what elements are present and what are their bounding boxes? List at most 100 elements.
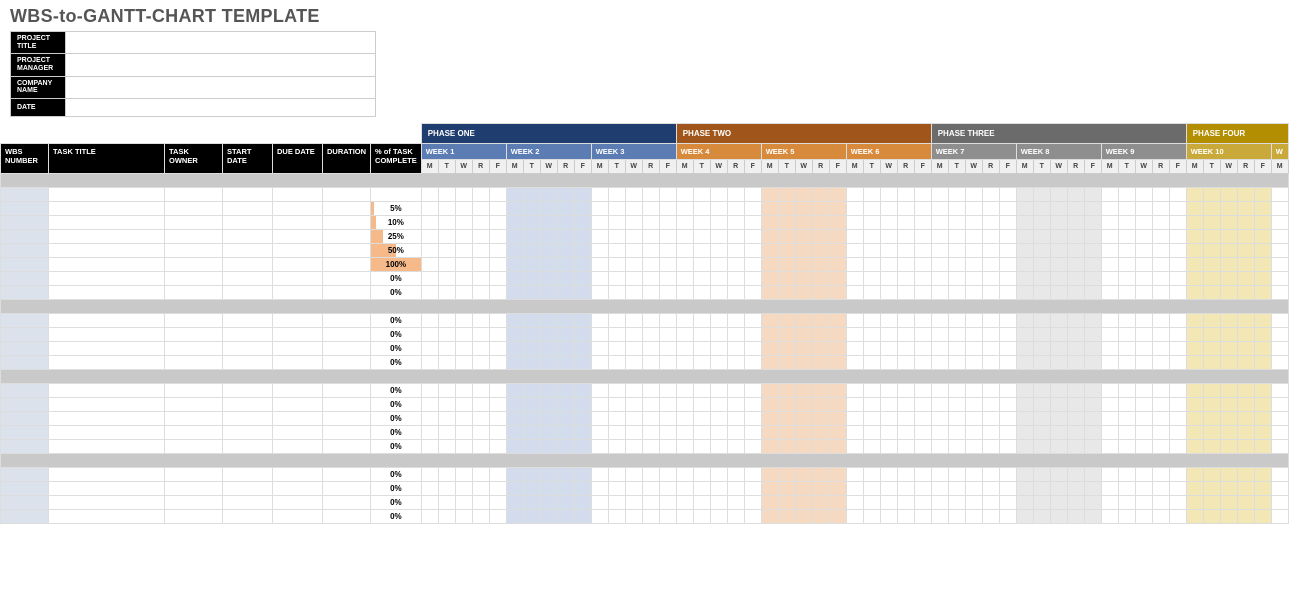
gantt-cell[interactable] bbox=[1152, 510, 1169, 524]
gantt-cell[interactable] bbox=[931, 468, 948, 482]
gantt-cell[interactable] bbox=[1237, 412, 1254, 426]
gantt-cell[interactable] bbox=[455, 510, 472, 524]
gantt-cell[interactable] bbox=[1033, 258, 1050, 272]
gantt-cell[interactable] bbox=[863, 244, 880, 258]
gantt-cell[interactable] bbox=[1271, 258, 1288, 272]
gantt-cell[interactable] bbox=[1237, 426, 1254, 440]
gantt-cell[interactable] bbox=[1050, 482, 1067, 496]
gantt-cell[interactable] bbox=[574, 356, 591, 370]
gantt-cell[interactable] bbox=[1203, 440, 1220, 454]
gantt-cell[interactable] bbox=[1101, 426, 1118, 440]
gantt-cell[interactable] bbox=[1101, 216, 1118, 230]
gantt-cell[interactable] bbox=[999, 202, 1016, 216]
gantt-cell[interactable] bbox=[829, 188, 846, 202]
gantt-cell[interactable] bbox=[778, 188, 795, 202]
cell[interactable] bbox=[165, 398, 223, 412]
cell[interactable] bbox=[223, 216, 273, 230]
gantt-cell[interactable] bbox=[608, 314, 625, 328]
gantt-cell[interactable] bbox=[897, 188, 914, 202]
gantt-cell[interactable] bbox=[540, 398, 557, 412]
gantt-cell[interactable] bbox=[710, 384, 727, 398]
gantt-cell[interactable] bbox=[642, 258, 659, 272]
gantt-cell[interactable] bbox=[591, 188, 608, 202]
gantt-cell[interactable] bbox=[761, 230, 778, 244]
gantt-cell[interactable] bbox=[1220, 356, 1237, 370]
gantt-cell[interactable] bbox=[1152, 496, 1169, 510]
gantt-cell[interactable] bbox=[472, 230, 489, 244]
gantt-cell[interactable] bbox=[489, 272, 506, 286]
percent-complete-cell[interactable]: 0% bbox=[371, 440, 422, 454]
gantt-cell[interactable] bbox=[676, 272, 693, 286]
gantt-cell[interactable] bbox=[489, 258, 506, 272]
gantt-cell[interactable] bbox=[1118, 272, 1135, 286]
gantt-cell[interactable] bbox=[1033, 468, 1050, 482]
gantt-cell[interactable] bbox=[659, 216, 676, 230]
gantt-cell[interactable] bbox=[982, 286, 999, 300]
gantt-cell[interactable] bbox=[557, 202, 574, 216]
gantt-cell[interactable] bbox=[965, 412, 982, 426]
gantt-cell[interactable] bbox=[455, 202, 472, 216]
gantt-cell[interactable] bbox=[676, 426, 693, 440]
gantt-cell[interactable] bbox=[642, 496, 659, 510]
gantt-cell[interactable] bbox=[1135, 426, 1152, 440]
gantt-cell[interactable] bbox=[1203, 468, 1220, 482]
gantt-cell[interactable] bbox=[1016, 412, 1033, 426]
gantt-cell[interactable] bbox=[506, 440, 523, 454]
cell[interactable] bbox=[165, 188, 223, 202]
gantt-cell[interactable] bbox=[1254, 258, 1271, 272]
gantt-cell[interactable] bbox=[982, 258, 999, 272]
gantt-cell[interactable] bbox=[1033, 328, 1050, 342]
gantt-cell[interactable] bbox=[574, 258, 591, 272]
gantt-cell[interactable] bbox=[1118, 188, 1135, 202]
gantt-cell[interactable] bbox=[557, 342, 574, 356]
gantt-cell[interactable] bbox=[421, 412, 438, 426]
gantt-cell[interactable] bbox=[1084, 328, 1101, 342]
gantt-cell[interactable] bbox=[999, 496, 1016, 510]
gantt-cell[interactable] bbox=[676, 412, 693, 426]
gantt-cell[interactable] bbox=[1067, 510, 1084, 524]
gantt-cell[interactable] bbox=[948, 286, 965, 300]
cell[interactable] bbox=[323, 412, 371, 426]
gantt-cell[interactable] bbox=[761, 496, 778, 510]
gantt-cell[interactable] bbox=[1067, 496, 1084, 510]
gantt-cell[interactable] bbox=[829, 510, 846, 524]
gantt-cell[interactable] bbox=[591, 258, 608, 272]
gantt-cell[interactable] bbox=[1254, 398, 1271, 412]
cell[interactable] bbox=[49, 230, 165, 244]
gantt-cell[interactable] bbox=[1169, 342, 1186, 356]
gantt-cell[interactable] bbox=[506, 510, 523, 524]
gantt-cell[interactable] bbox=[1271, 314, 1288, 328]
gantt-cell[interactable] bbox=[1016, 482, 1033, 496]
gantt-cell[interactable] bbox=[421, 384, 438, 398]
gantt-cell[interactable] bbox=[455, 342, 472, 356]
gantt-cell[interactable] bbox=[931, 482, 948, 496]
gantt-cell[interactable] bbox=[1152, 272, 1169, 286]
gantt-cell[interactable] bbox=[1067, 440, 1084, 454]
gantt-cell[interactable] bbox=[1135, 314, 1152, 328]
gantt-cell[interactable] bbox=[438, 398, 455, 412]
cell[interactable] bbox=[165, 286, 223, 300]
gantt-cell[interactable] bbox=[948, 412, 965, 426]
gantt-cell[interactable] bbox=[659, 188, 676, 202]
gantt-cell[interactable] bbox=[1016, 202, 1033, 216]
gantt-cell[interactable] bbox=[1067, 482, 1084, 496]
gantt-cell[interactable] bbox=[1237, 482, 1254, 496]
gantt-cell[interactable] bbox=[778, 272, 795, 286]
gantt-cell[interactable] bbox=[1169, 258, 1186, 272]
cell[interactable] bbox=[165, 426, 223, 440]
gantt-cell[interactable] bbox=[1186, 314, 1203, 328]
gantt-cell[interactable] bbox=[676, 188, 693, 202]
gantt-cell[interactable] bbox=[982, 188, 999, 202]
gantt-cell[interactable] bbox=[1067, 258, 1084, 272]
gantt-cell[interactable] bbox=[982, 468, 999, 482]
gantt-cell[interactable] bbox=[1118, 510, 1135, 524]
gantt-cell[interactable] bbox=[421, 426, 438, 440]
cell[interactable] bbox=[273, 496, 323, 510]
gantt-cell[interactable] bbox=[1101, 258, 1118, 272]
cell[interactable] bbox=[49, 482, 165, 496]
cell[interactable] bbox=[1, 426, 49, 440]
gantt-cell[interactable] bbox=[965, 230, 982, 244]
gantt-cell[interactable] bbox=[506, 272, 523, 286]
gantt-cell[interactable] bbox=[540, 216, 557, 230]
gantt-cell[interactable] bbox=[455, 440, 472, 454]
